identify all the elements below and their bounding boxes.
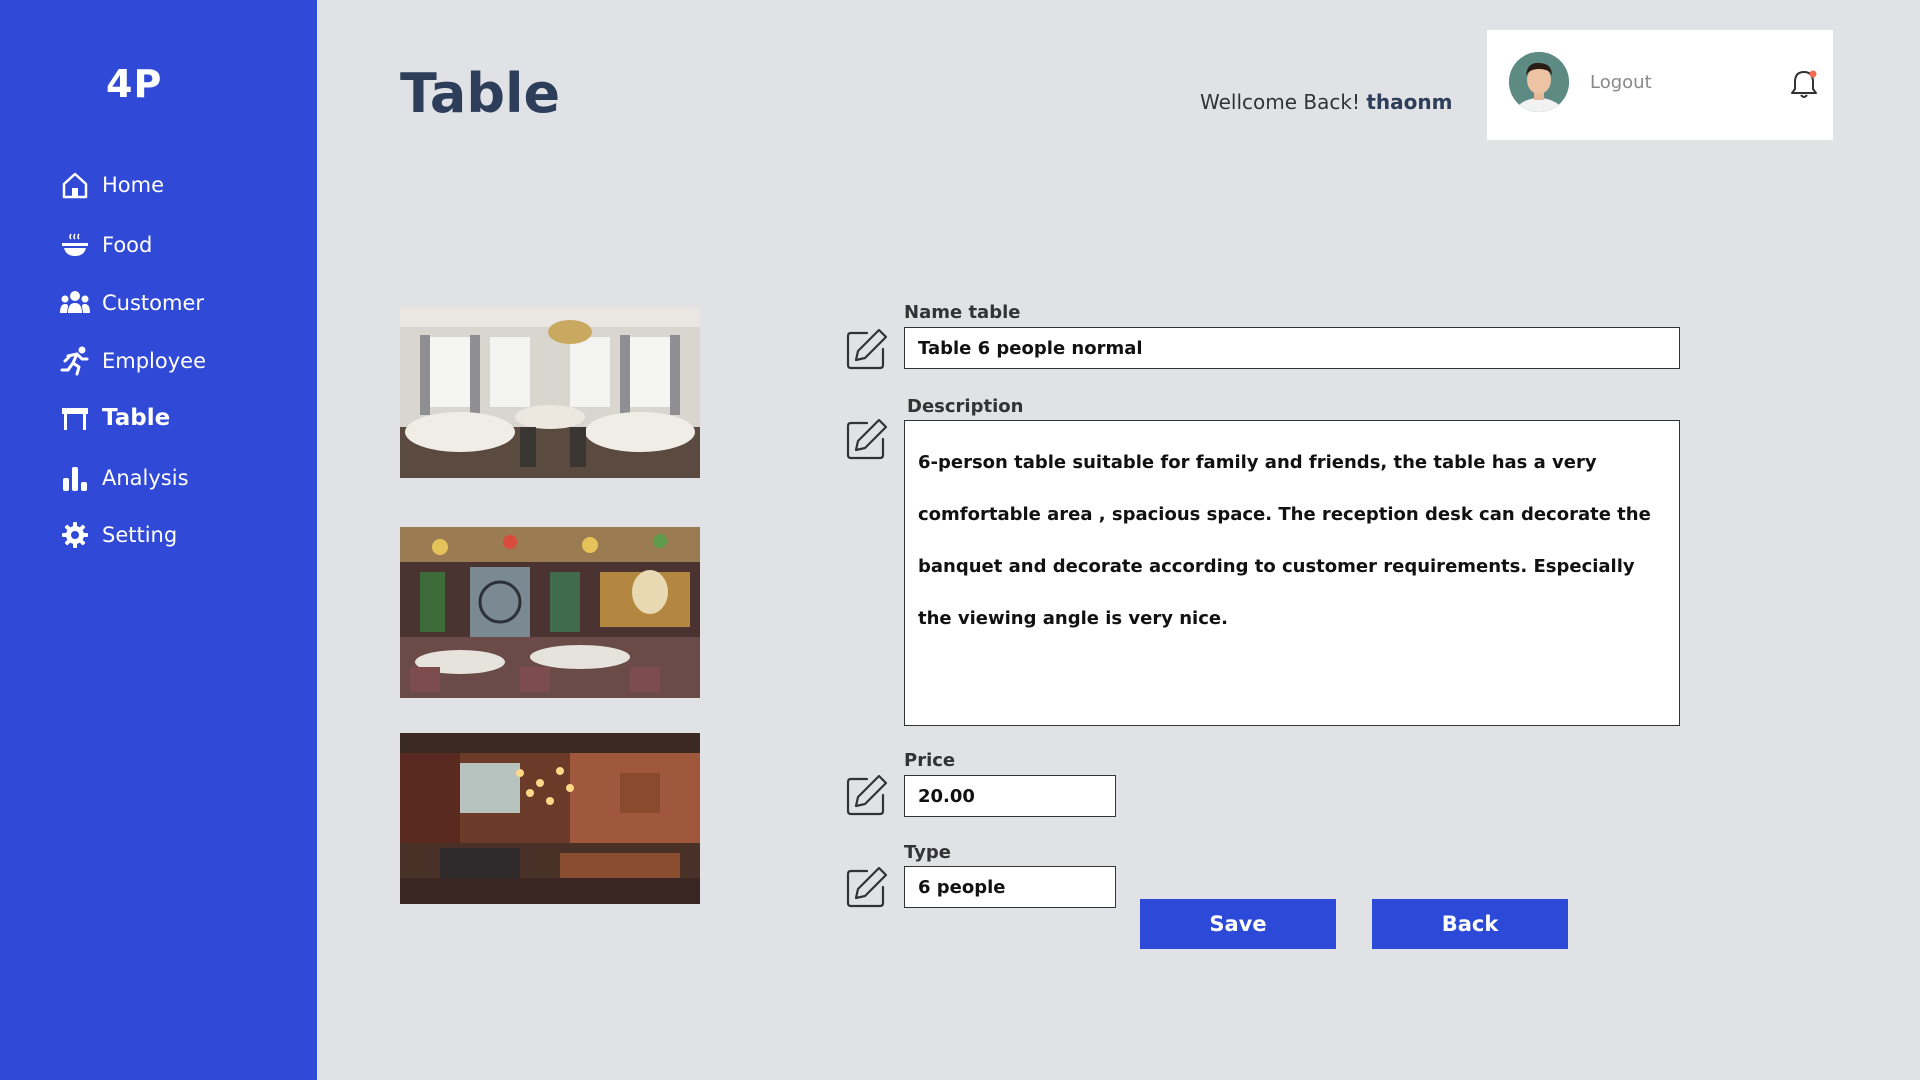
- back-button[interactable]: Back: [1372, 899, 1568, 949]
- edit-description-icon[interactable]: [845, 417, 889, 461]
- sidebar-item-table[interactable]: Table: [60, 401, 170, 435]
- running-person-icon: [60, 346, 90, 376]
- description-textarea[interactable]: 6-person table suitable for family and f…: [904, 420, 1680, 726]
- sidebar-item-food[interactable]: Food: [60, 228, 152, 262]
- save-button[interactable]: Save: [1140, 899, 1336, 949]
- name-label: Name table: [904, 302, 1021, 323]
- welcome-text: Wellcome Back!: [1200, 90, 1360, 114]
- sidebar-item-label: Home: [102, 173, 165, 197]
- sidebar-item-label: Table: [102, 405, 171, 431]
- sidebar-item-customer[interactable]: Customer: [60, 286, 204, 320]
- table-photo-1: [400, 307, 700, 478]
- bar-chart-icon: [60, 463, 90, 493]
- sidebar-item-employee[interactable]: Employee: [60, 344, 206, 378]
- sidebar-item-label: Employee: [102, 349, 207, 373]
- type-input[interactable]: [904, 866, 1116, 908]
- users-icon: [60, 288, 90, 318]
- avatar[interactable]: [1509, 52, 1569, 112]
- sidebar-item-setting[interactable]: Setting: [60, 518, 177, 552]
- sidebar-item-analysis[interactable]: Analysis: [60, 461, 189, 495]
- user-card: Logout: [1487, 30, 1833, 140]
- page-title: Table: [400, 62, 561, 125]
- sidebar-item-label: Analysis: [102, 466, 189, 490]
- price-label: Price: [904, 750, 956, 771]
- edit-name-icon[interactable]: [845, 327, 889, 371]
- username: thaonm: [1366, 90, 1453, 114]
- table-photo-2: [400, 527, 700, 698]
- food-bowl-icon: [60, 230, 90, 260]
- bell-icon[interactable]: [1789, 68, 1819, 100]
- edit-type-icon[interactable]: [845, 865, 889, 909]
- sidebar-item-label: Food: [102, 233, 153, 257]
- home-icon: [60, 170, 90, 200]
- sidebar-item-label: Customer: [102, 291, 205, 315]
- sidebar-item-label: Setting: [102, 523, 178, 547]
- table-icon: [60, 403, 90, 433]
- logout-link[interactable]: Logout: [1590, 72, 1652, 93]
- sidebar: 4P Home Food Customer Employee Table Ana…: [0, 0, 317, 1080]
- welcome-message: Wellcome Back! thaonm: [1200, 90, 1452, 114]
- edit-price-icon[interactable]: [845, 773, 889, 817]
- price-input[interactable]: [904, 775, 1116, 817]
- description-label: Description: [907, 396, 1024, 417]
- type-label: Type: [904, 842, 951, 863]
- app-logo: 4P: [106, 62, 163, 106]
- table-photo-3: [400, 733, 700, 904]
- name-input[interactable]: [904, 327, 1680, 369]
- sidebar-item-home[interactable]: Home: [60, 168, 164, 202]
- gear-icon: [60, 520, 90, 550]
